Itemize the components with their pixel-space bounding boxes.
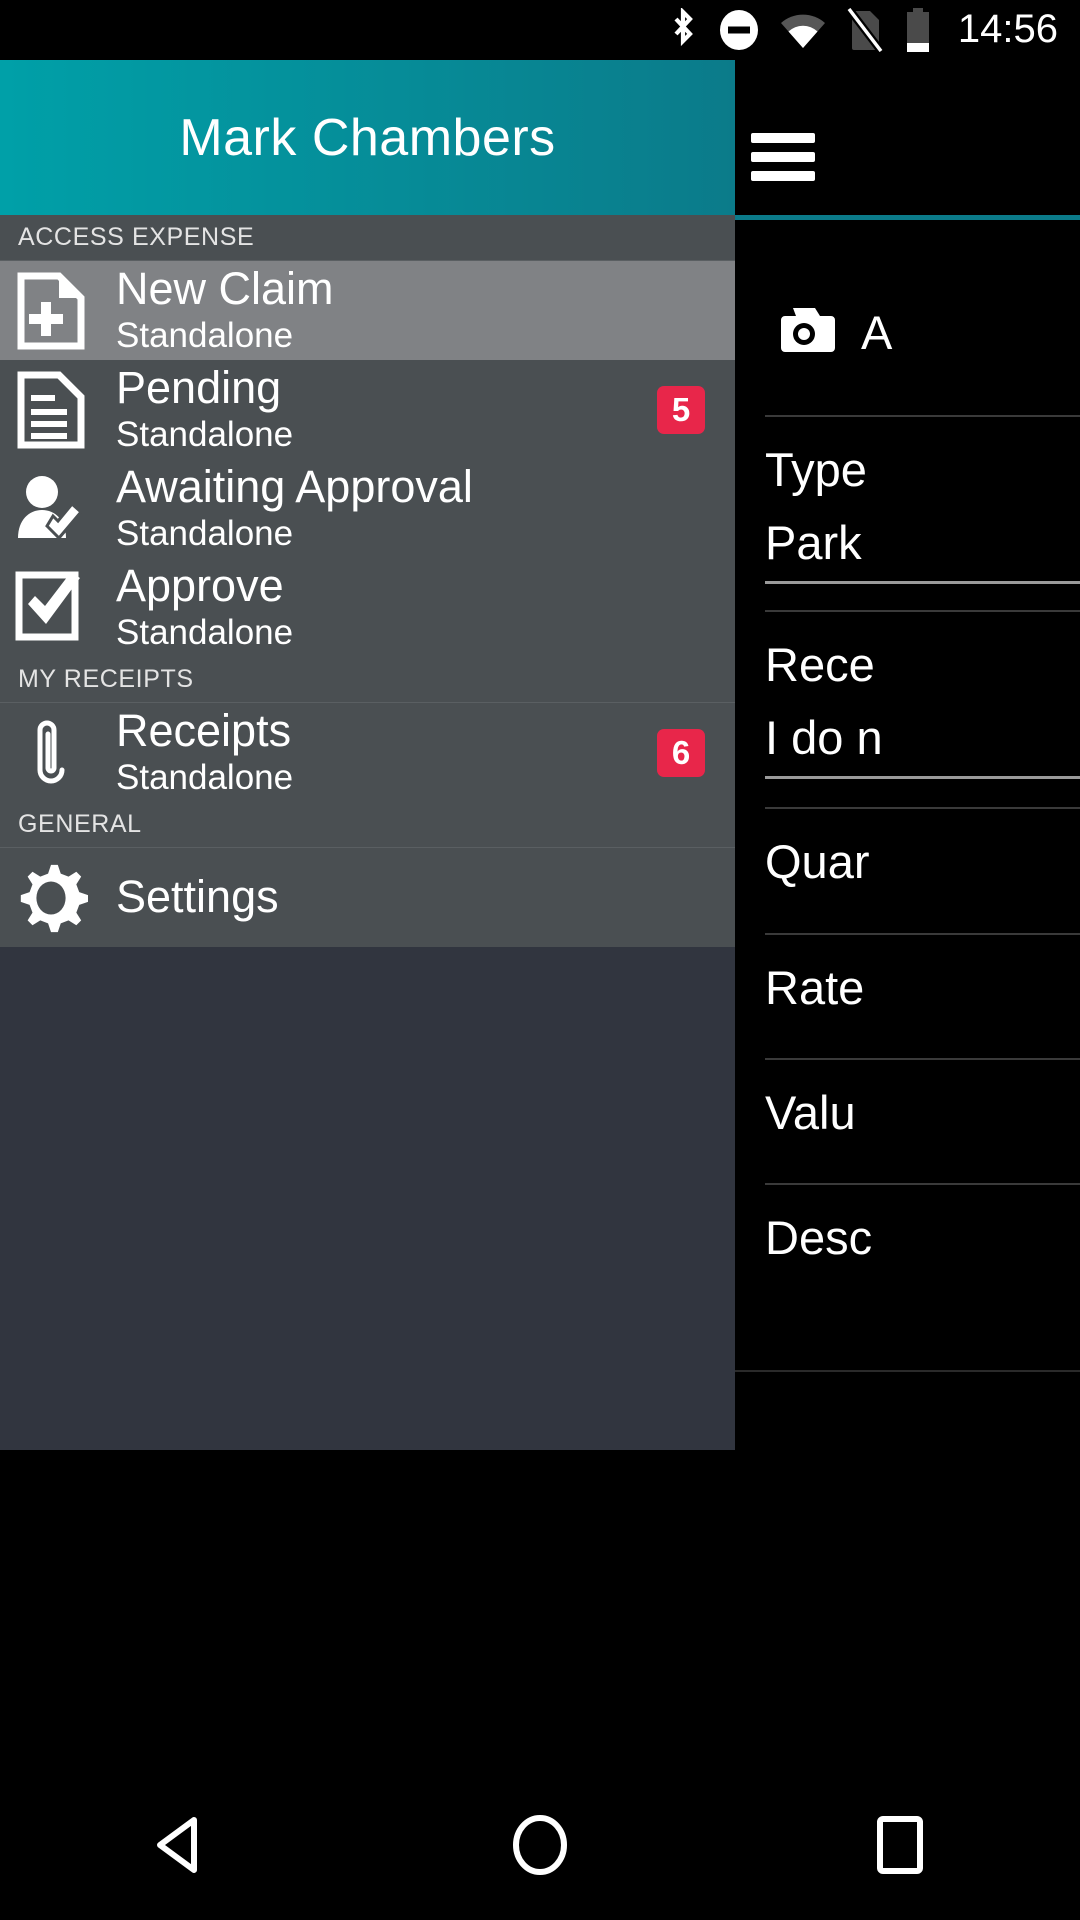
gear-icon xyxy=(14,858,88,938)
sidebar-item-subtitle: Standalone xyxy=(116,514,294,554)
home-circle-icon[interactable] xyxy=(470,1770,610,1920)
navigation-drawer: Mark Chambers ACCESS EXPENSE New Claim S… xyxy=(0,60,735,1450)
phone-screen: A Type Park Rece I do n Quar Rate Valu D… xyxy=(0,0,1080,1920)
no-sim-icon xyxy=(845,8,884,52)
hamburger-bar-1 xyxy=(751,133,815,143)
battery-icon xyxy=(904,8,932,52)
section-label: GENERAL xyxy=(18,810,142,838)
field-quantity-label: Quar xyxy=(765,835,870,888)
drawer-section-header-my-receipts: MY RECEIPTS xyxy=(0,657,735,703)
field-description-label: Desc xyxy=(765,1211,873,1264)
sidebar-item-text: Settings xyxy=(116,873,735,922)
drawer-section-header-general: GENERAL xyxy=(0,802,735,848)
sidebar-item-text: Approve Standalone xyxy=(116,559,735,654)
sidebar-item-pending[interactable]: Pending Standalone 5 xyxy=(0,360,735,459)
sidebar-item-text: Awaiting Approval Standalone xyxy=(116,460,735,555)
drawer-menu-list: ACCESS EXPENSE New Claim Standalone Pend… xyxy=(0,215,735,947)
field-quantity[interactable]: Quar xyxy=(765,807,1080,892)
content-footer xyxy=(735,1370,1080,1552)
sidebar-item-title: Pending xyxy=(116,361,282,413)
sidebar-item-subtitle: Standalone xyxy=(116,316,294,356)
wifi-icon xyxy=(780,10,826,50)
system-navigation-bar xyxy=(0,1770,1080,1920)
content-top-rule xyxy=(735,215,1080,220)
checkbox-checked-icon xyxy=(14,568,88,648)
sidebar-item-title: Approve xyxy=(116,559,284,611)
sidebar-item-text: New Claim Standalone xyxy=(116,262,735,357)
hamburger-bar-3 xyxy=(751,171,815,181)
sidebar-item-settings[interactable]: Settings xyxy=(0,848,735,947)
status-clock: 14:56 xyxy=(957,7,1058,51)
bluetooth-icon xyxy=(668,8,698,50)
sidebar-item-subtitle: Standalone xyxy=(116,415,294,455)
field-type-label: Type xyxy=(765,443,867,496)
sidebar-item-subtitle: Standalone xyxy=(116,758,294,798)
hamburger-bar-2 xyxy=(751,152,815,162)
field-type[interactable]: Type Park xyxy=(765,415,1080,584)
attach-label: A xyxy=(861,305,893,359)
back-triangle-icon[interactable] xyxy=(110,1770,250,1920)
sidebar-item-receipts[interactable]: Receipts Standalone 6 xyxy=(0,703,735,802)
sidebar-item-title: New Claim xyxy=(116,262,334,314)
sidebar-item-subtitle: Standalone xyxy=(116,613,294,653)
person-check-icon xyxy=(14,469,88,549)
drawer-user-name: Mark Chambers xyxy=(179,108,556,167)
status-badge: 5 xyxy=(657,385,705,434)
section-label: ACCESS EXPENSE xyxy=(18,223,255,251)
field-receipt-label: Rece xyxy=(765,638,875,691)
recents-square-icon[interactable] xyxy=(830,1770,970,1920)
field-type-value[interactable]: Park xyxy=(765,514,1080,584)
field-receipt-value[interactable]: I do n xyxy=(765,709,1080,779)
camera-icon xyxy=(773,304,835,361)
paperclip-icon xyxy=(14,713,88,793)
sidebar-item-approve[interactable]: Approve Standalone xyxy=(0,558,735,657)
drawer-empty-space xyxy=(0,947,735,1450)
field-value[interactable]: Valu xyxy=(765,1058,1080,1143)
expense-form-content: A Type Park Rece I do n Quar Rate Valu D… xyxy=(735,215,1080,1370)
sidebar-item-title: Settings xyxy=(116,871,279,923)
field-rate-label: Rate xyxy=(765,961,865,1014)
status-bar: 14:56 xyxy=(0,0,1080,60)
field-receipt[interactable]: Rece I do n xyxy=(765,610,1080,779)
sidebar-item-title: Receipts xyxy=(116,704,292,756)
sidebar-item-text: Receipts Standalone xyxy=(116,704,657,799)
field-description[interactable]: Desc xyxy=(765,1183,1080,1268)
sidebar-item-title: Awaiting Approval xyxy=(116,460,473,512)
sidebar-item-new-claim[interactable]: New Claim Standalone xyxy=(0,261,735,360)
drawer-body: ACCESS EXPENSE New Claim Standalone Pend… xyxy=(0,215,735,1450)
attach-receipt-row[interactable]: A xyxy=(735,277,1080,387)
document-lines-icon xyxy=(14,370,88,450)
do-not-disturb-icon xyxy=(718,10,760,50)
field-rate[interactable]: Rate xyxy=(765,933,1080,1018)
section-label: MY RECEIPTS xyxy=(18,665,194,693)
sidebar-item-text: Pending Standalone xyxy=(116,361,657,456)
document-add-icon xyxy=(14,271,88,351)
drawer-section-header-access-expense: ACCESS EXPENSE xyxy=(0,215,735,261)
drawer-header: Mark Chambers xyxy=(0,60,735,215)
sidebar-item-awaiting-approval[interactable]: Awaiting Approval Standalone xyxy=(0,459,735,558)
status-badge: 6 xyxy=(657,728,705,777)
field-value-label: Valu xyxy=(765,1086,856,1139)
hamburger-menu-icon[interactable] xyxy=(751,133,815,181)
